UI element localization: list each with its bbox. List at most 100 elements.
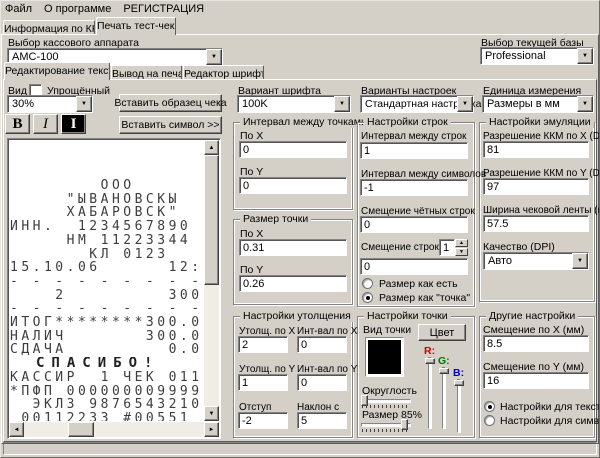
receipt-line: 2 300.00 bbox=[10, 289, 203, 303]
int-x-field[interactable]: 0 bbox=[297, 336, 347, 353]
chevron-down-icon[interactable]: ▼ bbox=[572, 253, 588, 269]
b-slider-label: B: bbox=[453, 368, 464, 379]
slant-field[interactable]: 5 bbox=[297, 412, 347, 429]
tape-width-field[interactable]: 57.5 bbox=[483, 215, 589, 232]
quality-select[interactable]: Авто ▼ bbox=[483, 252, 589, 270]
scroll-right-icon[interactable]: ► bbox=[204, 422, 219, 437]
subtab-edit-text[interactable]: Редактирование текста bbox=[4, 62, 110, 80]
dot-size-slider-label: Размер 85% bbox=[362, 410, 422, 421]
receipt-preview[interactable]: ООО "ЫВАНОВСКЫ ХАБАРОВСК" ИНН. 123456789… bbox=[7, 138, 221, 439]
dot-interval-y-field[interactable]: 0 bbox=[239, 177, 347, 194]
size-as-is-radio[interactable] bbox=[362, 278, 373, 289]
b-slider-thumb[interactable] bbox=[454, 380, 464, 386]
g-slider[interactable] bbox=[442, 367, 446, 429]
scroll-left-icon[interactable]: ◄ bbox=[9, 422, 24, 437]
inverted-button[interactable]: I bbox=[61, 114, 86, 134]
menu-registration[interactable]: РЕГИСТРАЦИЯ bbox=[119, 1, 212, 18]
insert-symbol-button[interactable]: Вставить символ >> bbox=[119, 116, 222, 134]
dot-interval-x-field[interactable]: 0 bbox=[239, 141, 347, 158]
chevron-down-icon[interactable]: ▼ bbox=[334, 96, 350, 112]
line-interval-label: Интервал между строк bbox=[361, 131, 466, 142]
chevron-down-icon[interactable]: ▼ bbox=[577, 96, 593, 112]
dpi-x-field[interactable]: 81 bbox=[483, 141, 589, 158]
dot-view-label: Вид точки bbox=[363, 325, 411, 336]
menu-about[interactable]: О программе bbox=[40, 1, 119, 18]
settings-for-text-radio[interactable] bbox=[484, 401, 495, 412]
chevron-down-icon[interactable]: ▼ bbox=[206, 49, 222, 65]
base-select[interactable]: Professional ▼ bbox=[480, 47, 594, 65]
chevron-down-icon[interactable]: ▼ bbox=[457, 96, 473, 112]
offset-y-field[interactable]: 16 bbox=[483, 372, 589, 389]
menu-file[interactable]: Файл bbox=[1, 1, 40, 18]
zoom-select[interactable]: 30% ▼ bbox=[7, 95, 93, 113]
size-as-dot-radio[interactable] bbox=[362, 292, 373, 303]
color-button[interactable]: Цвет bbox=[418, 324, 466, 341]
dot-preview-box bbox=[365, 337, 404, 377]
roundness-slider-ticks bbox=[362, 405, 410, 408]
spin-up-icon[interactable]: ▲ bbox=[455, 239, 468, 247]
dot-size-slider-thumb[interactable] bbox=[401, 419, 408, 430]
units-select[interactable]: Размеры в мм ▼ bbox=[482, 95, 594, 113]
presets-select[interactable]: Стандартная настройка ▼ bbox=[360, 95, 474, 113]
dot-settings-title: Настройки точки bbox=[364, 311, 451, 322]
subtab-print[interactable]: Вывод на печать bbox=[111, 65, 182, 79]
r-slider[interactable] bbox=[428, 357, 432, 429]
line-settings-title: Настройки строк bbox=[364, 117, 451, 128]
line-interval-field[interactable]: 1 bbox=[360, 142, 468, 159]
receipt-hscrollbar[interactable] bbox=[9, 422, 219, 437]
hscroll-thumb[interactable] bbox=[68, 422, 94, 437]
roundness-slider[interactable] bbox=[361, 399, 411, 403]
dpi-y-field[interactable]: 97 bbox=[483, 178, 589, 195]
font-variant-value: 100K bbox=[242, 98, 268, 110]
subtab-fonts[interactable]: Редактор шрифтов bbox=[183, 65, 264, 79]
application-window: Файл О программе РЕГИСТРАЦИЯ Информация … bbox=[0, 0, 600, 458]
thick-x-field[interactable]: 2 bbox=[238, 336, 288, 353]
menubar: Файл О программе РЕГИСТРАЦИЯ bbox=[1, 1, 599, 18]
dot-size-x-field[interactable]: 0.31 bbox=[239, 239, 347, 256]
receipt-line: ИНН. 1234567890 bbox=[10, 220, 203, 234]
scroll-up-icon[interactable]: ▲ bbox=[204, 140, 219, 155]
receipt-line: ООО bbox=[10, 179, 203, 193]
line-shift-field[interactable]: 0 bbox=[360, 258, 468, 275]
char-interval-field[interactable]: -1 bbox=[360, 179, 468, 196]
line-shift-spin-field[interactable]: 1 bbox=[439, 239, 455, 256]
bold-button[interactable]: B bbox=[5, 114, 30, 134]
receipt-line: НАЛИЧ 300.00 bbox=[10, 330, 203, 344]
line-shift-label: Смещение строки bbox=[361, 242, 444, 253]
even-shift-field[interactable]: 0 bbox=[360, 216, 468, 233]
spin-down-icon[interactable]: ▼ bbox=[455, 248, 468, 256]
roundness-slider-thumb[interactable] bbox=[361, 395, 368, 406]
g-slider-thumb[interactable] bbox=[439, 368, 449, 374]
tab-print-test[interactable]: Печать тест-чека bbox=[96, 17, 176, 35]
thick-y-field[interactable]: 1 bbox=[238, 374, 288, 391]
settings-for-text-label: Настройки для текста bbox=[500, 402, 600, 413]
receipt-line: *ПФП 000000009999 bbox=[10, 385, 203, 399]
italic-button[interactable]: I bbox=[33, 114, 58, 134]
dot-size-title: Размер точки bbox=[240, 214, 311, 225]
font-variant-select[interactable]: 100K ▼ bbox=[237, 95, 351, 113]
offset-x-field[interactable]: 8.5 bbox=[483, 335, 589, 352]
vscroll-thumb[interactable] bbox=[204, 155, 219, 285]
indent-field[interactable]: -2 bbox=[238, 412, 288, 429]
scroll-down-icon[interactable]: ▼ bbox=[204, 406, 219, 421]
int-y-field[interactable]: 0 bbox=[297, 374, 347, 391]
settings-for-symbols-label: Настройки для симв. bbox=[500, 416, 600, 427]
insert-sample-button[interactable]: Вставить образец чека bbox=[119, 94, 222, 112]
r-slider-thumb[interactable] bbox=[425, 358, 435, 364]
thickening-title: Настройки утолщения bbox=[240, 311, 354, 322]
receipt-line: КАССИР 1 ЧЕК 011 bbox=[10, 371, 203, 385]
chevron-down-icon[interactable]: ▼ bbox=[577, 48, 593, 64]
receipt-line: НМ 11223344 bbox=[10, 234, 203, 248]
zoom-select-value: 30% bbox=[12, 98, 34, 110]
quality-value: Авто bbox=[488, 255, 512, 267]
settings-for-symbols-radio[interactable] bbox=[484, 415, 495, 426]
r-slider-label: R: bbox=[424, 346, 435, 357]
b-slider[interactable] bbox=[457, 379, 461, 433]
chevron-down-icon[interactable]: ▼ bbox=[76, 96, 92, 112]
emulation-title: Настройки эмуляции bbox=[486, 117, 594, 128]
receipt-line: СДАЧА 0.00 bbox=[10, 343, 203, 357]
tab-kkm-info[interactable]: Информация по ККМ bbox=[3, 20, 95, 34]
dot-size-y-field[interactable]: 0.26 bbox=[239, 275, 347, 292]
receipt-line: КЛ 0123 bbox=[10, 248, 203, 262]
receipt-line: ИТОГ********300.00 bbox=[10, 316, 203, 330]
